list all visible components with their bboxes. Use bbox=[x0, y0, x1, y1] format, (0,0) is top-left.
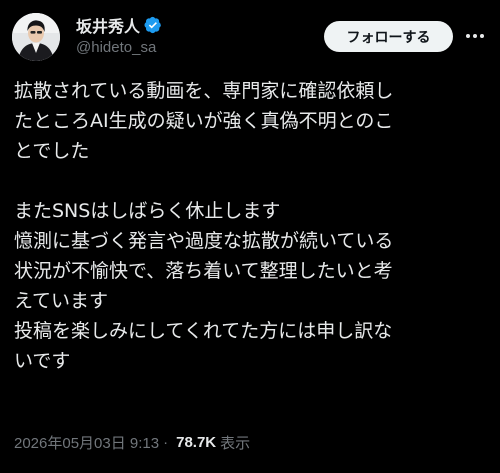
verified-badge-icon[interactable] bbox=[144, 16, 162, 34]
tweet-timestamp[interactable]: 2026年05月03日 9:13 bbox=[14, 432, 159, 453]
name-row: 坂井秀人 bbox=[76, 14, 162, 36]
tweet-text-line: 投稿を楽しみにしてくれてた方には申し訳な bbox=[14, 320, 393, 342]
tweet-text-line: いです bbox=[14, 350, 71, 372]
tweet-text-line: またSNSはしばらく休止します bbox=[14, 200, 281, 222]
tweet-text-line: えています bbox=[14, 290, 109, 312]
tweet-card: 坂井秀人 @hideto_sa フォローする 拡散されている動画を、専門家に確認… bbox=[0, 0, 500, 473]
tweet-text-line: 憶測に基づく発言や過度な拡散が続いている bbox=[14, 230, 394, 252]
views-count[interactable]: 78.7K bbox=[176, 434, 216, 451]
more-dots-icon[interactable] bbox=[464, 27, 486, 45]
user-handle[interactable]: @hideto_sa bbox=[76, 39, 156, 56]
tweet-text-line: 拡散されている動画を、専門家に確認依頼し bbox=[14, 80, 394, 102]
avatar[interactable] bbox=[12, 13, 60, 61]
tweet-text: 拡散されている動画を、専門家に確認依頼し たところAI生成の疑いが強く真偽不明と… bbox=[14, 76, 490, 376]
follow-button[interactable]: フォローする bbox=[324, 21, 453, 52]
meta-separator: · bbox=[163, 434, 169, 451]
display-name[interactable]: 坂井秀人 bbox=[76, 13, 140, 37]
views-label: 表示 bbox=[220, 435, 251, 452]
tweet-text-line: 状況が不愉快で、落ち着いて整理したいと考 bbox=[14, 260, 393, 282]
tweet-text-line: たところAI生成の疑いが強く真偽不明とのこ bbox=[14, 110, 394, 132]
tweet-text-line: とでした bbox=[14, 140, 90, 162]
tweet-meta: 2026年05月03日 9:13 · 78.7K 表示 bbox=[14, 432, 250, 453]
